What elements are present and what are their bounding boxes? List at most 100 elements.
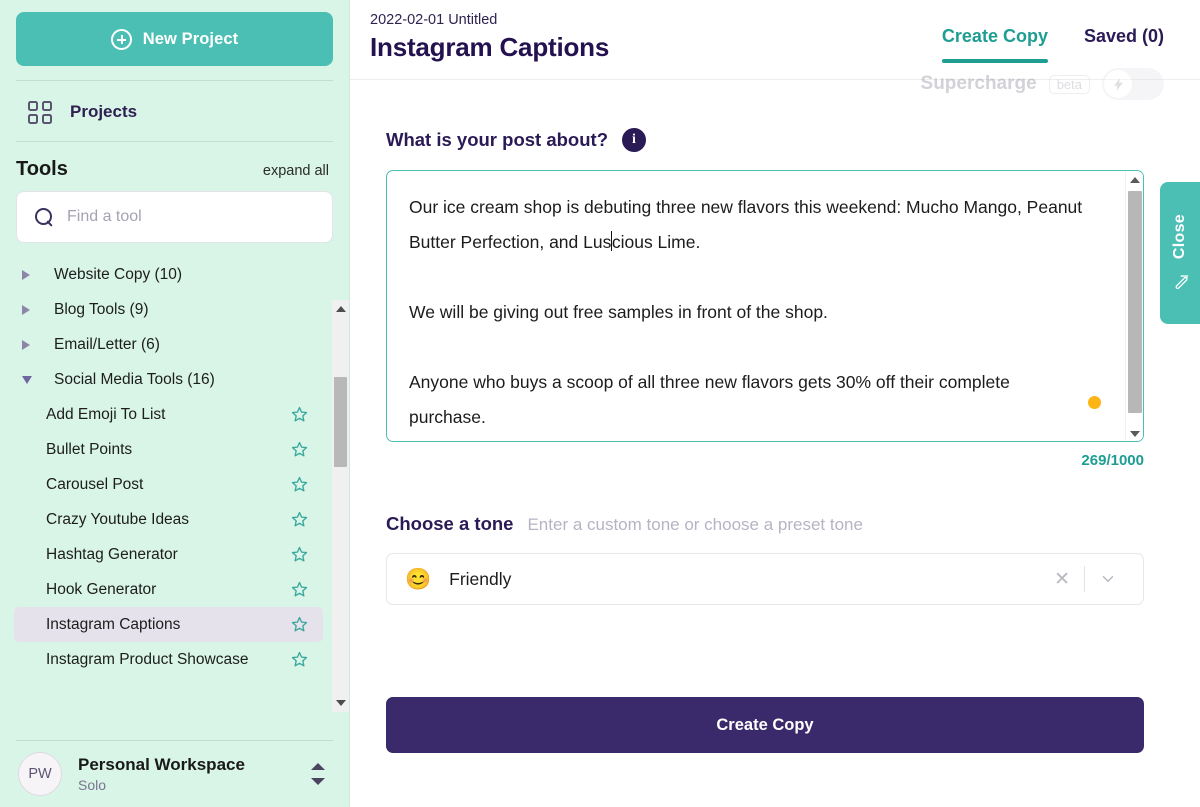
tab-saved[interactable]: Saved (0) [1084, 26, 1164, 69]
tone-header: Choose a tone Enter a custom tone or cho… [386, 513, 1144, 535]
breadcrumb[interactable]: 2022-02-01 Untitled [370, 12, 942, 28]
supercharge-toggle[interactable] [1102, 68, 1164, 100]
star-icon[interactable] [290, 510, 309, 529]
workspace-switcher[interactable]: PW Personal Workspace Solo [0, 741, 349, 807]
projects-label: Projects [70, 102, 138, 121]
smiley-icon: 😊 [405, 567, 432, 591]
tool-item-label: Hook Generator [46, 580, 157, 598]
tool-category-label: Social Media Tools (16) [54, 370, 215, 388]
textarea-scrollbar[interactable] [1125, 171, 1143, 441]
tool-item-label: Crazy Youtube Ideas [46, 510, 190, 528]
tool-category-list: Website Copy (10) Blog Tools (9) Email/Let… [0, 257, 323, 397]
textarea-scroll-up-icon[interactable] [1129, 177, 1140, 183]
post-textarea[interactable]: Our ice cream shop is debuting three new… [386, 170, 1144, 442]
sidebar-scrollbar[interactable] [332, 300, 349, 712]
status-dot [1088, 396, 1101, 409]
scroll-up-arrow-icon[interactable] [335, 306, 346, 312]
post-textarea-text[interactable]: Our ice cream shop is debuting three new… [387, 171, 1105, 441]
textarea-scroll-down-icon[interactable] [1129, 431, 1140, 437]
workspace-text: Personal Workspace Solo [78, 754, 293, 793]
workspace-chevron-updown-icon[interactable] [309, 760, 329, 788]
tool-item-label: Add Emoji To List [46, 405, 166, 423]
supercharge-row: Supercharge beta [921, 68, 1164, 100]
tools-title: Tools [16, 158, 68, 180]
tool-category-label: Website Copy (10) [54, 265, 183, 283]
post-text-before-caret: Our ice cream shop is debuting three new… [409, 197, 1088, 252]
tool-item-label: Instagram Product Showcase [46, 650, 249, 668]
avatar: PW [18, 752, 62, 796]
grid-icon [28, 99, 54, 125]
tone-selected-value: Friendly [449, 568, 512, 589]
star-icon[interactable] [290, 475, 309, 494]
tool-category-row[interactable]: Website Copy (10) [0, 257, 323, 292]
star-icon[interactable] [290, 440, 309, 459]
tool-category-row[interactable]: Social Media Tools (16) [0, 362, 323, 397]
tool-item[interactable]: Hook Generator [14, 572, 323, 607]
star-icon[interactable] [290, 650, 309, 669]
textarea-scrollbar-thumb[interactable] [1128, 191, 1142, 413]
tone-label: Choose a tone [386, 513, 514, 534]
clear-tone-button[interactable]: ✕ [1040, 568, 1084, 591]
tone-hint: Enter a custom tone or choose a preset t… [527, 515, 863, 534]
chevron-right-icon[interactable] [22, 269, 44, 280]
tool-category-label: Email/Letter (6) [54, 335, 160, 353]
chevron-right-icon[interactable] [22, 304, 44, 315]
tab-create-copy[interactable]: Create Copy [941, 26, 1048, 69]
tool-item[interactable]: Bullet Points [14, 432, 323, 467]
star-icon[interactable] [290, 545, 309, 564]
create-copy-button[interactable]: Create Copy [386, 697, 1144, 753]
pencil-icon [1172, 270, 1189, 292]
expand-all-link[interactable]: expand all [263, 163, 329, 179]
app-root: New Project Projects Tools expand all Fi… [0, 0, 1200, 807]
chevron-down-icon[interactable] [22, 375, 44, 384]
tool-item[interactable]: Add Emoji To List [14, 397, 323, 432]
new-project-button[interactable]: New Project [16, 12, 333, 66]
search-tool-input[interactable]: Find a tool [16, 191, 333, 243]
tool-item-label: Carousel Post [46, 475, 144, 493]
tools-list: Website Copy (10) Blog Tools (9) Email/Let… [0, 257, 349, 740]
chevron-right-icon[interactable] [22, 339, 44, 350]
tool-item-active[interactable]: Instagram Captions [14, 607, 323, 642]
sidebar-scrollbar-thumb[interactable] [334, 377, 347, 467]
tool-category-row[interactable]: Email/Letter (6) [0, 327, 323, 362]
supercharge-label: Supercharge [920, 73, 1037, 94]
form-content: What is your post about? i Our ice cream… [350, 80, 1200, 753]
tool-item-label: Bullet Points [46, 440, 133, 458]
workspace-plan: Solo [78, 776, 107, 793]
character-counter: 269/1000 [1081, 452, 1144, 469]
tool-item-list: Add Emoji To List Bullet Points Carousel P… [0, 397, 323, 677]
sidebar-item-projects[interactable]: Projects [0, 81, 349, 141]
tool-category-row[interactable]: Blog Tools (9) [0, 292, 323, 327]
toggle-knob [1104, 70, 1132, 98]
scroll-down-arrow-icon[interactable] [335, 700, 346, 706]
beta-badge: beta [1048, 74, 1090, 94]
tab-bar: Create Copy Saved (0) [941, 8, 1164, 69]
question-label: What is your post about? [386, 129, 608, 150]
title-column: 2022-02-01 Untitled Instagram Captions [370, 8, 942, 63]
info-icon[interactable]: i [622, 128, 646, 152]
tone-select[interactable]: 😊 Friendly ✕ [386, 553, 1144, 605]
tool-item[interactable]: Hashtag Generator [14, 537, 323, 572]
post-text-after-caret: cious Lime. We will be giving out free s… [409, 232, 1010, 427]
tool-category-label: Blog Tools (9) [54, 300, 149, 318]
close-tab-label: Close [1171, 214, 1188, 260]
star-icon[interactable] [290, 405, 309, 424]
tool-item[interactable]: Carousel Post [14, 467, 323, 502]
tool-item-label: Hashtag Generator [46, 545, 178, 563]
tool-item-label: Instagram Captions [46, 615, 181, 633]
search-placeholder: Find a tool [67, 208, 142, 225]
question-row: What is your post about? i [386, 128, 1144, 152]
chevron-down-icon[interactable] [1085, 570, 1131, 588]
tools-header: Tools expand all [0, 142, 349, 191]
workspace-name: Personal Workspace [78, 755, 245, 775]
tool-item[interactable]: Crazy Youtube Ideas [14, 502, 323, 537]
close-panel-tab[interactable]: Close [1160, 182, 1200, 324]
plus-circle-icon [110, 28, 132, 50]
tool-item[interactable]: Instagram Product Showcase [14, 642, 323, 677]
star-icon[interactable] [290, 615, 309, 634]
page-title: Instagram Captions [370, 32, 610, 62]
sidebar: New Project Projects Tools expand all Fi… [0, 0, 350, 807]
search-icon [35, 207, 54, 227]
star-icon[interactable] [290, 580, 309, 599]
main-panel: 2022-02-01 Untitled Instagram Captions C… [350, 0, 1200, 807]
